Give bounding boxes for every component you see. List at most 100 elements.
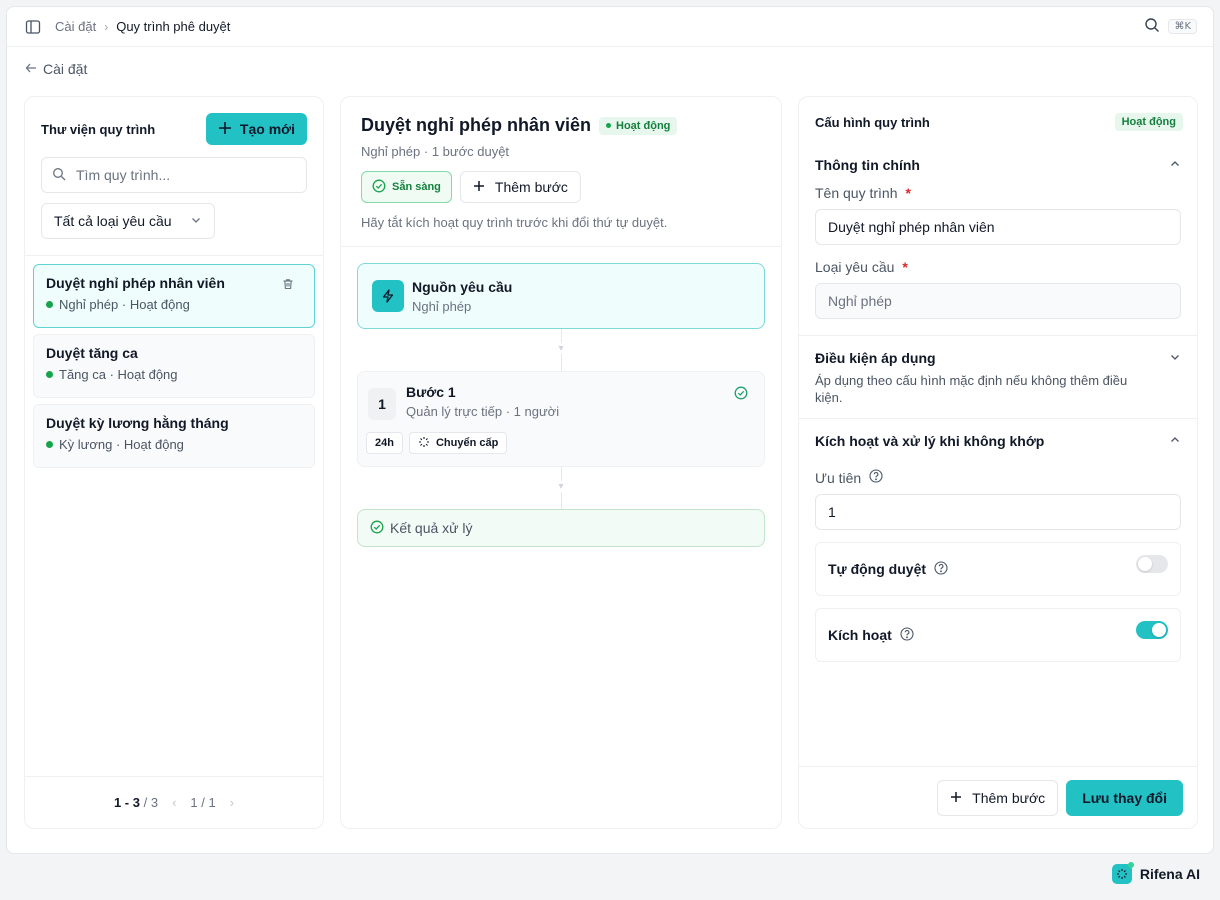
source-subtitle: Nghỉ phép <box>412 298 472 314</box>
workflow-subtitle: Nghỉ phép · 1 bước duyệt <box>361 144 510 159</box>
chevron-left-icon[interactable]: ‹ <box>172 795 176 810</box>
auto-approve-label: Tự động duyệt <box>828 561 927 577</box>
list-item[interactable]: Duyệt tăng ca Tăng ca · Hoạt động <box>33 334 315 398</box>
sparkle-icon <box>418 436 430 451</box>
conditions-section-header[interactable]: Điều kiện áp dụng <box>815 350 1181 366</box>
connector: ▾ <box>357 467 765 509</box>
type-label-row: Loại yêu cầu * <box>815 259 1181 275</box>
config-panel: Cấu hình quy trình Hoạt động Thông tin c… <box>798 96 1198 829</box>
type-label: Loại yêu cầu <box>815 259 895 275</box>
pagination-page: 1 / 1 <box>190 795 216 810</box>
config-footer: Thêm bước Lưu thay đổi <box>799 766 1197 828</box>
sidebar-toggle-icon[interactable] <box>23 17 43 37</box>
breadcrumb-separator-icon: › <box>104 19 109 34</box>
name-label: Tên quy trình <box>815 185 898 201</box>
status-dot <box>606 123 612 128</box>
escalation-tag: Chuyển cấp <box>408 432 508 454</box>
escalation-label: Chuyển cấp <box>435 437 499 449</box>
check-circle-icon <box>370 520 384 537</box>
source-node[interactable]: Nguồn yêu cầu Nghỉ phép <box>357 263 765 329</box>
help-circle-icon[interactable] <box>900 626 914 644</box>
filter-label: Tất cả loại yêu cầu <box>54 213 172 229</box>
connector: ▾ <box>357 329 765 371</box>
brand-logo-icon <box>1111 862 1134 884</box>
step-node[interactable]: 1 Bước 1 Quản lý trực tiếp · 1 người 24h… <box>357 371 765 467</box>
add-step-button[interactable]: Thêm bước <box>459 171 581 203</box>
search-icon <box>52 167 66 184</box>
pagination-range: 1 - 3 <box>113 795 140 810</box>
pagination-total: / 3 <box>143 795 159 810</box>
result-node[interactable]: Kết quả xử lý <box>357 509 765 547</box>
plus-icon <box>473 179 485 195</box>
check-circle-icon <box>372 179 386 196</box>
workflow-list: Duyệt nghỉ phép nhân viên Nghỉ phép · Ho… <box>25 256 323 468</box>
list-item[interactable]: Duyệt kỳ lương hằng tháng Kỳ lương · Hoạ… <box>33 404 315 468</box>
brand[interactable]: Rifena AI <box>1111 862 1200 884</box>
source-title: Nguồn yêu cầu <box>412 278 513 295</box>
create-button[interactable]: Tạo mới <box>205 113 307 145</box>
search-input[interactable] <box>76 167 296 183</box>
conditions-description: Áp dụng theo cấu hình mặc định nếu không… <box>815 373 1128 405</box>
help-circle-icon[interactable] <box>934 560 948 578</box>
help-circle-icon[interactable] <box>869 469 883 486</box>
active-card: Kích hoạt <box>815 608 1181 662</box>
name-input[interactable] <box>828 219 1168 235</box>
app-window: Cài đặt › Quy trình phê duyệt ⌘K Cài đặt… <box>6 6 1214 854</box>
library-title: Thư viện quy trình <box>41 121 156 137</box>
priority-field-box <box>815 494 1181 530</box>
auto-approve-card: Tự động duyệt <box>815 542 1181 596</box>
back-label: Cài đặt <box>43 61 88 77</box>
chevron-right-icon[interactable]: › <box>230 795 234 810</box>
list-item-subtitle: Tăng ca · Hoạt động <box>59 367 178 382</box>
list-item-subtitle: Nghỉ phép · Hoạt động <box>59 297 190 312</box>
duration-tag: 24h <box>366 432 403 454</box>
priority-input[interactable] <box>828 504 1168 520</box>
list-item-title: Duyệt tăng ca <box>46 345 138 361</box>
step-title: Bước 1 <box>406 384 456 400</box>
add-step-label: Thêm bước <box>972 789 1046 806</box>
workflow-panel: Duyệt nghỉ phép nhân viên Hoạt động Nghỉ… <box>340 96 782 829</box>
chevron-down-icon: ▾ <box>558 481 564 492</box>
breadcrumb-parent[interactable]: Cài đặt <box>55 19 96 34</box>
breadcrumb: Cài đặt › Quy trình phê duyệt <box>55 19 230 34</box>
active-toggle[interactable] <box>1136 621 1168 639</box>
priority-label-row: Ưu tiên <box>815 469 1181 486</box>
config-title: Cấu hình quy trình <box>815 114 930 130</box>
chevron-up-icon <box>1169 433 1181 449</box>
main-info-section-header[interactable]: Thông tin chính <box>815 157 1181 173</box>
activation-title: Kích hoạt và xử lý khi không khớp <box>815 433 1045 449</box>
list-item[interactable]: Duyệt nghỉ phép nhân viên Nghỉ phép · Ho… <box>33 264 315 328</box>
brand-name: Rifena AI <box>1139 866 1200 882</box>
add-step-button[interactable]: Thêm bước <box>937 779 1059 816</box>
trash-icon[interactable] <box>282 277 294 293</box>
shortcut-hint: ⌘K <box>1168 19 1197 34</box>
main-info-title: Thông tin chính <box>815 157 920 173</box>
chevron-down-icon: ▾ <box>558 343 564 354</box>
step-number: 1 <box>368 388 396 420</box>
check-circle-icon <box>734 386 748 403</box>
ready-label: Sẵn sàng <box>392 181 441 193</box>
required-mark: * <box>905 185 911 201</box>
pagination: 1 - 3 / 3 ‹ 1 / 1 › <box>25 776 323 828</box>
status-badge-label: Hoạt động <box>616 119 671 132</box>
status-dot <box>46 371 53 378</box>
breadcrumb-current: Quy trình phê duyệt <box>116 19 231 34</box>
save-button[interactable]: Lưu thay đổi <box>1066 779 1183 816</box>
ready-badge: Sẵn sàng <box>361 171 452 203</box>
chevron-down-icon <box>1169 350 1181 366</box>
plus-icon <box>950 790 962 806</box>
arrow-left-icon <box>25 61 37 77</box>
result-label: Kết quả xử lý <box>390 520 473 536</box>
status-dot <box>46 441 53 448</box>
library-panel: Thư viện quy trình Tạo mới Tất cả loại y… <box>24 96 324 829</box>
request-type-filter[interactable]: Tất cả loại yêu cầu <box>41 203 215 239</box>
create-label: Tạo mới <box>239 121 295 137</box>
status-badge: Hoạt động <box>1114 113 1183 131</box>
status-badge: Hoạt động <box>599 116 678 135</box>
conditions-title: Điều kiện áp dụng <box>815 350 936 366</box>
plus-icon <box>218 121 232 138</box>
search-icon[interactable] <box>1144 17 1160 36</box>
auto-approve-toggle[interactable] <box>1136 555 1168 573</box>
activation-section-header[interactable]: Kích hoạt và xử lý khi không khớp <box>815 433 1181 449</box>
back-link[interactable]: Cài đặt <box>25 61 87 77</box>
